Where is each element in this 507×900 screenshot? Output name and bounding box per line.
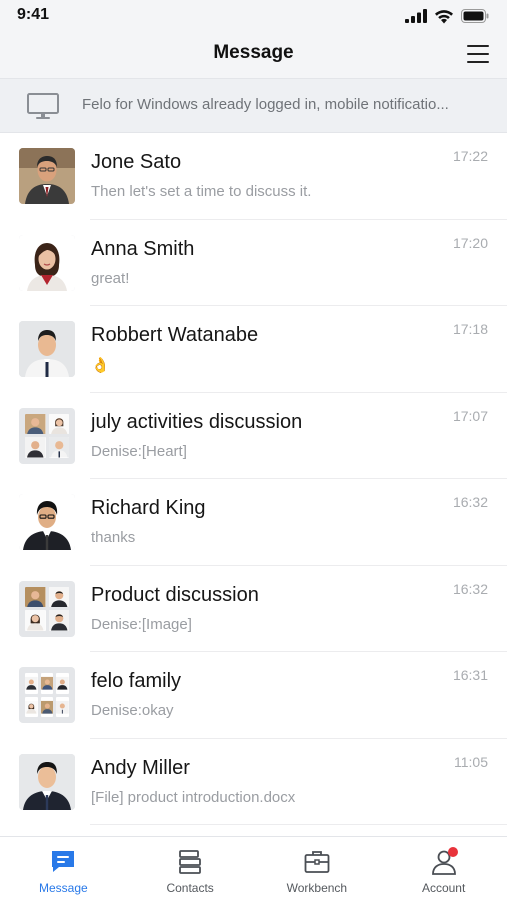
avatar xyxy=(19,148,75,204)
conversation-name: felo family xyxy=(91,670,182,692)
message-screen: 9:41 Message Felo for Windows already lo… xyxy=(0,0,507,900)
avatar xyxy=(19,494,75,550)
group-avatar xyxy=(19,580,75,637)
conversation-time: 17:07 xyxy=(452,407,488,424)
tab-label: Workbench xyxy=(286,881,348,895)
status-time: 9:41 xyxy=(17,6,50,23)
tab-workbench[interactable]: Workbench xyxy=(254,837,381,900)
menu-button[interactable] xyxy=(465,41,491,67)
monitor-icon xyxy=(27,93,59,119)
conversation-time: 11:05 xyxy=(454,753,488,770)
conversation-list: Jone Sato Then let's set a time to discu… xyxy=(0,133,507,825)
tab-bar: Message Contacts Workbench Account xyxy=(0,836,507,900)
tab-label: Contacts xyxy=(166,881,214,895)
conversation-preview: thanks xyxy=(91,529,136,546)
page-title: Message xyxy=(213,42,294,63)
conversation-name: Anna Smith xyxy=(91,237,195,260)
conversation-time: 16:32 xyxy=(452,580,488,597)
member-photo xyxy=(56,673,69,694)
tab-label: Account xyxy=(421,881,466,895)
person-photo xyxy=(19,753,75,810)
conversation-preview: Denise:[Heart] xyxy=(91,442,187,460)
member-photo xyxy=(48,413,69,434)
conversation-item[interactable]: felo family Denise:okay 16:31 xyxy=(0,652,507,739)
member-photo xyxy=(56,696,69,717)
member-photo xyxy=(25,673,38,694)
person-photo xyxy=(19,148,75,204)
conversation-name: Andy Miller xyxy=(91,756,190,779)
member-photo xyxy=(25,437,46,458)
member-photo xyxy=(25,586,46,607)
conversation-time: 17:18 xyxy=(452,321,488,337)
message-icon xyxy=(52,851,75,872)
member-photo xyxy=(25,696,38,717)
conversation-preview: [File] product introduction.docx xyxy=(91,788,296,806)
conversation-item[interactable]: july activities discussion Denise:[Heart… xyxy=(0,393,507,480)
conversation-preview: 👌 xyxy=(91,357,110,374)
conversation-preview: Denise:okay xyxy=(91,702,174,719)
member-photo xyxy=(48,610,69,631)
member-photo xyxy=(25,413,46,434)
conversation-item[interactable]: Andy Miller [File] product introduction.… xyxy=(0,739,507,826)
conversation-time: 16:32 xyxy=(452,494,488,510)
conversation-name: Richard King xyxy=(91,497,206,519)
notice-text: Felo for Windows already logged in, mobi… xyxy=(82,96,449,113)
signal-icon xyxy=(405,9,427,23)
member-photo xyxy=(48,586,69,607)
avatar xyxy=(19,234,75,291)
conversation-item[interactable]: Product discussion Denise:[Image] 16:32 xyxy=(0,566,507,653)
status-bar: 9:41 xyxy=(0,0,507,32)
nav-bar: Message xyxy=(0,32,507,78)
hamburger-icon xyxy=(467,45,489,63)
conversation-item[interactable]: Anna Smith great! 17:20 xyxy=(0,220,507,307)
conversation-time: 16:31 xyxy=(452,667,488,683)
group-avatar xyxy=(19,407,75,464)
conversation-name: Robbert Watanabe xyxy=(91,324,259,346)
conversation-item[interactable]: Robbert Watanabe 👌 17:18 xyxy=(0,306,507,393)
person-photo xyxy=(19,234,75,291)
conversation-name: Product discussion xyxy=(91,583,259,606)
conversation-preview: Then let's set a time to discuss it. xyxy=(91,183,312,200)
person-photo xyxy=(19,494,75,550)
login-notice-banner[interactable]: Felo for Windows already logged in, mobi… xyxy=(0,78,507,133)
member-photo xyxy=(40,696,54,717)
conversation-item[interactable]: Richard King thanks 16:32 xyxy=(0,479,507,566)
tab-message[interactable]: Message xyxy=(0,837,127,900)
person-photo xyxy=(19,321,75,377)
conversation-time: 17:20 xyxy=(452,234,488,251)
battery-icon xyxy=(461,9,489,23)
conversation-preview: great! xyxy=(91,269,130,287)
tab-label: Message xyxy=(39,881,88,895)
tab-contacts[interactable]: Contacts xyxy=(127,837,254,900)
conversation-preview: Denise:[Image] xyxy=(91,615,192,633)
wifi-icon xyxy=(435,9,453,23)
member-photo xyxy=(48,437,69,458)
tab-account[interactable]: Account xyxy=(380,837,507,900)
group-avatar xyxy=(19,667,75,723)
conversation-item[interactable]: Jone Sato Then let's set a time to discu… xyxy=(0,133,507,220)
avatar xyxy=(19,321,75,377)
status-icons xyxy=(405,8,489,24)
member-photo xyxy=(25,610,46,631)
contacts-icon xyxy=(179,850,202,874)
workbench-icon xyxy=(304,851,330,873)
conversation-time: 17:22 xyxy=(452,148,488,164)
conversation-name: Jone Sato xyxy=(91,151,182,173)
avatar xyxy=(19,753,75,810)
conversation-name: july activities discussion xyxy=(91,410,303,433)
member-photo xyxy=(40,673,54,694)
